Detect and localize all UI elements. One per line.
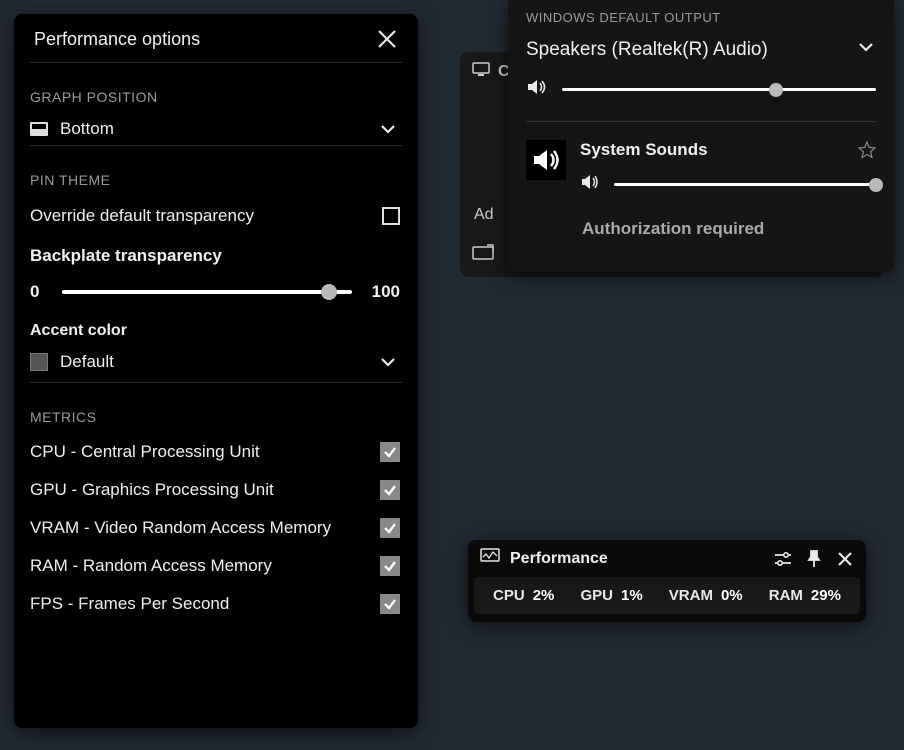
perf-stat: GPU 1% <box>581 587 643 604</box>
chevron-down-icon <box>378 119 398 139</box>
accent-color-dropdown[interactable]: Default <box>30 344 402 383</box>
perf-stat: VRAM 0% <box>669 587 743 604</box>
close-icon[interactable] <box>376 28 398 50</box>
chevron-down-icon <box>856 37 876 62</box>
perf-stat: CPU 2% <box>493 587 554 604</box>
slider-min: 0 <box>30 282 50 302</box>
stat-value: 2% <box>533 587 555 604</box>
chevron-down-icon <box>378 352 398 372</box>
position-bottom-icon <box>30 122 48 136</box>
close-icon[interactable] <box>836 550 854 568</box>
panel-title: Performance options <box>34 29 200 50</box>
backplate-slider[interactable]: 0 100 <box>30 276 402 302</box>
pin-icon[interactable] <box>806 550 822 568</box>
audio-section-label: WINDOWS DEFAULT OUTPUT <box>526 0 876 25</box>
backplate-transparency-label-row: Backplate transparency <box>30 236 402 276</box>
metric-toggle-row[interactable]: CPU - Central Processing Unit <box>30 433 402 471</box>
graph-position-value: Bottom <box>60 119 366 139</box>
app-volume-track[interactable] <box>614 183 876 186</box>
speaker-icon[interactable] <box>526 78 548 101</box>
audio-device-dropdown[interactable]: Speakers (Realtek(R) Audio) <box>526 25 876 72</box>
volume-slider-track[interactable] <box>562 88 876 91</box>
metric-toggle-row[interactable]: GPU - Graphics Processing Unit <box>30 471 402 509</box>
system-sounds-icon <box>526 140 566 180</box>
star-outline-icon[interactable] <box>858 141 876 159</box>
graph-position-section-label: GRAPH POSITION <box>30 89 402 105</box>
accent-color-label: Accent color <box>30 322 402 340</box>
pin-theme-section-label: PIN THEME <box>30 172 402 188</box>
checkbox-checked-icon[interactable] <box>380 480 400 500</box>
metric-label: FPS - Frames Per Second <box>30 594 229 614</box>
app-volume-row: System Sounds <box>526 122 876 195</box>
audio-device-name: Speakers (Realtek(R) Audio) <box>526 39 768 61</box>
performance-widget: Performance CPU 2% GPU 1% VRAM 0% RAM 29% <box>468 540 866 622</box>
checkbox-unchecked-icon[interactable] <box>382 207 400 225</box>
settings-sliders-icon[interactable] <box>774 551 792 567</box>
volume-slider-thumb[interactable] <box>769 83 783 97</box>
checkbox-checked-icon[interactable] <box>380 442 400 462</box>
metric-toggle-row[interactable]: RAM - Random Access Memory <box>30 547 402 585</box>
monitor-icon <box>472 62 490 81</box>
bg-widget-body: Ad <box>474 206 494 224</box>
slider-max: 100 <box>364 282 400 302</box>
metric-label: VRAM - Video Random Access Memory <box>30 518 331 538</box>
master-volume-row[interactable] <box>526 72 876 122</box>
checkbox-checked-icon[interactable] <box>380 556 400 576</box>
metric-label: CPU - Central Processing Unit <box>30 442 260 462</box>
app-volume-name: System Sounds <box>580 140 708 160</box>
metrics-section-label: METRICS <box>30 409 402 425</box>
screenshot-icon[interactable] <box>472 244 494 267</box>
slider-thumb[interactable] <box>321 284 337 300</box>
slider-track[interactable] <box>62 290 352 294</box>
authorization-required-text: Authorization required <box>526 195 876 239</box>
stat-label: VRAM <box>669 587 713 604</box>
audio-output-panel: WINDOWS DEFAULT OUTPUT Speakers (Realtek… <box>508 0 894 272</box>
checkbox-checked-icon[interactable] <box>380 518 400 538</box>
perf-widget-title: Performance <box>510 550 608 568</box>
metric-label: RAM - Random Access Memory <box>30 556 272 576</box>
stat-label: CPU <box>493 587 525 604</box>
override-transparency-label: Override default transparency <box>30 206 254 226</box>
checkbox-checked-icon[interactable] <box>380 594 400 614</box>
metric-toggle-row[interactable]: FPS - Frames Per Second <box>30 585 402 623</box>
performance-monitor-icon <box>480 548 500 569</box>
stat-value: 0% <box>721 587 743 604</box>
accent-color-value: Default <box>60 352 366 372</box>
performance-options-panel: Performance options GRAPH POSITION Botto… <box>14 14 418 728</box>
backplate-transparency-label: Backplate transparency <box>30 246 222 266</box>
stat-value: 1% <box>621 587 643 604</box>
graph-position-dropdown[interactable]: Bottom <box>30 113 402 146</box>
override-transparency-row[interactable]: Override default transparency <box>30 196 402 236</box>
stat-value: 29% <box>811 587 841 604</box>
stat-label: GPU <box>581 587 614 604</box>
app-volume-slider-row[interactable] <box>580 174 876 195</box>
speaker-icon[interactable] <box>580 174 600 195</box>
stat-label: RAM <box>769 587 803 604</box>
metric-label: GPU - Graphics Processing Unit <box>30 480 274 500</box>
app-volume-thumb[interactable] <box>869 178 883 192</box>
perf-stat: RAM 29% <box>769 587 841 604</box>
metric-toggle-row[interactable]: VRAM - Video Random Access Memory <box>30 509 402 547</box>
color-swatch-icon <box>30 353 48 371</box>
